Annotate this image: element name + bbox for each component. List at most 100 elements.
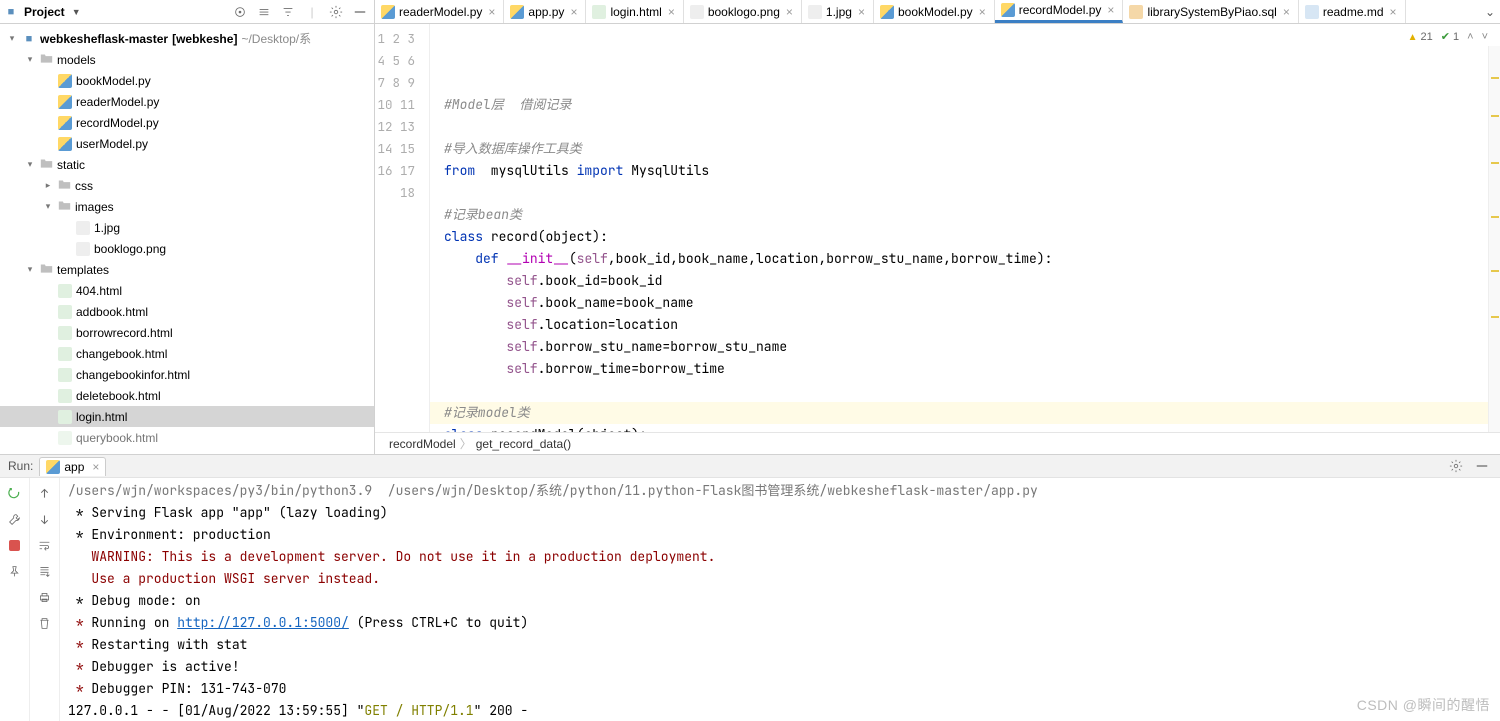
hide-icon[interactable] <box>350 2 370 22</box>
run-body: /users/wjn/workspaces/py3/bin/python3.9 … <box>0 478 1500 721</box>
breadcrumb-item[interactable]: get_record_data() <box>476 437 571 451</box>
close-icon[interactable]: × <box>486 5 497 19</box>
close-icon[interactable]: × <box>666 5 677 19</box>
tree-row[interactable]: ▾static <box>0 154 374 175</box>
close-icon[interactable]: × <box>784 5 795 19</box>
close-icon[interactable]: × <box>92 460 99 474</box>
file-icon <box>808 5 822 19</box>
console-output[interactable]: /users/wjn/workspaces/py3/bin/python3.9 … <box>60 478 1500 721</box>
tree-row[interactable]: borrowrecord.html <box>0 322 374 343</box>
tree-row[interactable]: ▾templates <box>0 259 374 280</box>
tree-chevron-icon[interactable]: ▾ <box>6 33 18 44</box>
close-icon[interactable]: × <box>1388 5 1399 19</box>
close-icon[interactable]: × <box>1281 5 1292 19</box>
error-stripe[interactable] <box>1488 46 1500 432</box>
tree-row[interactable]: userModel.py <box>0 133 374 154</box>
tree-row[interactable]: addbook.html <box>0 301 374 322</box>
editor-tab[interactable]: booklogo.png× <box>684 0 802 23</box>
editor-tab[interactable]: login.html× <box>586 0 683 23</box>
tree-row[interactable]: recordModel.py <box>0 112 374 133</box>
editor-tab[interactable]: readme.md × <box>1299 0 1406 23</box>
tree-row[interactable]: login.html <box>0 406 374 427</box>
close-icon[interactable]: × <box>1105 3 1116 17</box>
tree-row[interactable]: ▾ models <box>0 49 374 70</box>
close-icon[interactable]: × <box>856 5 867 19</box>
tree-chevron-icon[interactable]: ▾ <box>24 264 36 275</box>
wrench-icon[interactable] <box>6 510 24 528</box>
editor-tab[interactable]: librarySystemByPiao.sql× <box>1123 0 1298 23</box>
file-icon <box>1305 5 1319 19</box>
tree-label: 1.jpg <box>94 221 120 235</box>
folder-icon <box>40 262 53 278</box>
tree-row[interactable]: 404.html <box>0 280 374 301</box>
run-toolbar-primary <box>0 478 30 721</box>
tree-row[interactable]: 1.jpg <box>0 217 374 238</box>
project-title: Project <box>24 5 65 19</box>
tree-row[interactable]: ▾images <box>0 196 374 217</box>
editor-tab[interactable]: bookModel.py× <box>874 0 995 23</box>
editor-tab[interactable]: readerModel.py× <box>375 0 504 23</box>
tree-chevron-icon[interactable]: ▸ <box>42 180 54 191</box>
tabs-overflow-chevron-icon[interactable]: ⌄ <box>1480 0 1500 23</box>
file-icon <box>1001 3 1015 17</box>
file-icon <box>58 389 72 403</box>
tree-label: deletebook.html <box>76 389 161 403</box>
file-icon <box>58 326 72 340</box>
tree-label: models <box>57 53 96 67</box>
tree-row[interactable]: readerModel.py <box>0 91 374 112</box>
soft-wrap-icon[interactable] <box>36 536 54 554</box>
tree-chevron-icon[interactable]: ▾ <box>24 159 36 170</box>
file-icon <box>1129 5 1143 19</box>
editor: 21 1 ˄ ˅ 1 2 3 4 5 6 7 8 9 10 11 12 13 1… <box>375 24 1500 454</box>
tab-label: app.py <box>528 5 564 19</box>
pin-icon[interactable] <box>6 562 24 580</box>
editor-tab[interactable]: 1.jpg × <box>802 0 874 23</box>
breadcrumb[interactable]: recordModel 〉 get_record_data() <box>375 432 1500 454</box>
gear-icon[interactable] <box>1446 456 1466 476</box>
tree-row[interactable]: bookModel.py <box>0 70 374 91</box>
run-tab[interactable]: app × <box>39 457 106 476</box>
python-icon <box>46 460 60 474</box>
down-arrow-icon[interactable] <box>36 510 54 528</box>
close-icon[interactable]: × <box>977 5 988 19</box>
hide-icon[interactable] <box>1472 456 1492 476</box>
tree-row[interactable]: ▾webkesheflask-master [webkeshe] ~/Deskt… <box>0 28 374 49</box>
editor-tab[interactable]: recordModel.py× <box>995 0 1124 23</box>
close-icon[interactable]: × <box>568 5 579 19</box>
file-icon <box>880 5 894 19</box>
tree-row[interactable]: ▸css <box>0 175 374 196</box>
tab-label: 1.jpg <box>826 5 852 19</box>
tree-row[interactable]: deletebook.html <box>0 385 374 406</box>
tree-row[interactable]: booklogo.png <box>0 238 374 259</box>
collapse-all-icon[interactable] <box>278 2 298 22</box>
stop-button[interactable] <box>6 536 24 554</box>
scroll-to-end-icon[interactable] <box>36 562 54 580</box>
editor-body[interactable]: 1 2 3 4 5 6 7 8 9 10 11 12 13 14 15 16 1… <box>375 24 1500 432</box>
breadcrumb-item[interactable]: recordModel <box>389 437 456 451</box>
locate-icon[interactable] <box>230 2 250 22</box>
file-icon <box>58 431 72 445</box>
tree-row[interactable]: querybook.html <box>0 427 374 448</box>
expand-all-icon[interactable] <box>254 2 274 22</box>
editor-tab[interactable]: app.py × <box>504 0 586 23</box>
tree-label: 404.html <box>76 284 122 298</box>
tree-chevron-icon[interactable]: ▾ <box>24 54 36 65</box>
tree-label: querybook.html <box>76 431 158 445</box>
dropdown-icon[interactable]: ▼ <box>72 7 81 17</box>
file-icon <box>58 137 72 151</box>
file-icon <box>58 95 72 109</box>
print-icon[interactable] <box>36 588 54 606</box>
tree-row[interactable]: changebookinfor.html <box>0 364 374 385</box>
tree-label: borrowrecord.html <box>76 326 173 340</box>
code-area[interactable]: #Model层 借阅记录 #导入数据库操作工具类from mysqlUtils … <box>430 24 1500 432</box>
rerun-icon[interactable] <box>6 484 24 502</box>
tab-label: readme.md <box>1323 5 1384 19</box>
up-arrow-icon[interactable] <box>36 484 54 502</box>
tree-label: readerModel.py <box>76 95 159 109</box>
trash-icon[interactable] <box>36 614 54 632</box>
tree-row[interactable]: changebook.html <box>0 343 374 364</box>
run-panel: Run: app × /users/wjn/workspaces/py3/bin… <box>0 454 1500 721</box>
tree-chevron-icon[interactable]: ▾ <box>42 201 54 212</box>
run-tab-label: app <box>64 460 84 474</box>
gear-icon[interactable] <box>326 2 346 22</box>
